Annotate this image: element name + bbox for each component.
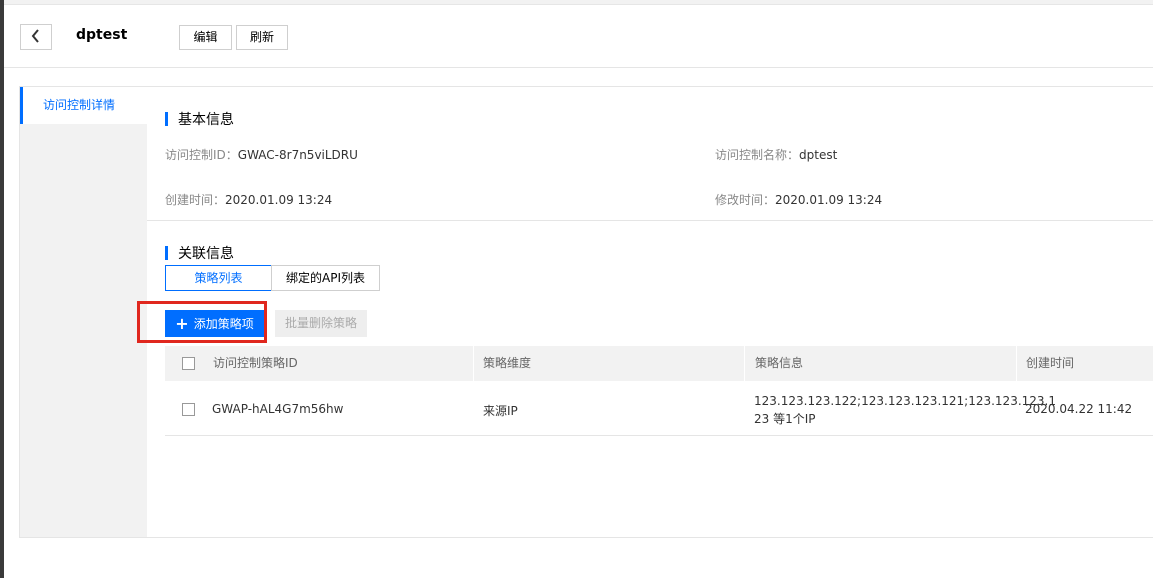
policy-info-line: 23 等1个IP — [754, 412, 816, 426]
basic-info-title: 基本信息 — [165, 109, 234, 129]
highlight-box — [137, 301, 267, 343]
column-header-created: 创建时间 — [1026, 356, 1075, 370]
section-divider — [147, 220, 1153, 221]
policy-id-cell: GWAP-hAL4G7m56hw — [212, 402, 344, 416]
policy-info-line: 123.123.123.122;123.123.123.121;123.123.… — [754, 394, 1056, 408]
page-header: dptest 编辑 刷新 — [4, 6, 1153, 68]
basic-info-title-text: 基本信息 — [178, 112, 234, 128]
name-label: 访问控制名称： — [715, 148, 800, 162]
column-separator — [1016, 346, 1017, 381]
id-value: GWAC-8r7n5viLDRU — [237, 148, 358, 162]
column-separator — [744, 346, 745, 381]
main-panel: 基本信息 访问控制ID：GWAC-8r7n5viLDRU 访问控制名称：dpte… — [137, 87, 1153, 537]
modified-value: 2020.01.09 13:24 — [775, 193, 883, 207]
column-separator — [473, 346, 474, 381]
related-info-title-text: 关联信息 — [178, 246, 234, 262]
batch-delete-button[interactable]: 批量删除策略 — [275, 310, 367, 337]
tab-policy-list[interactable]: 策略列表 — [165, 265, 272, 291]
policy-info-cell: 123.123.123.122;123.123.123.121;123.123.… — [754, 392, 1056, 428]
table-row: GWAP-hAL4G7m56hw 来源IP 123.123.123.122;12… — [165, 381, 1153, 436]
refresh-button[interactable]: 刷新 — [236, 25, 288, 50]
created-value: 2020.01.09 13:24 — [225, 193, 333, 207]
created-cell: 2020.04.22 11:42 — [1025, 402, 1133, 416]
content-area: 访问控制详情 基本信息 访问控制ID：GWAC-8r7n5viLDRU 访问控制… — [19, 86, 1153, 538]
section-marker — [165, 246, 168, 260]
section-marker — [165, 112, 168, 126]
id-label: 访问控制ID： — [165, 148, 238, 162]
access-control-id: 访问控制ID：GWAC-8r7n5viLDRU — [165, 146, 358, 163]
created-time: 创建时间：2020.01.09 13:24 — [165, 191, 332, 208]
related-info-title: 关联信息 — [165, 243, 234, 263]
column-header-dimension: 策略维度 — [483, 356, 532, 370]
sidebar-item-access-control-detail[interactable]: 访问控制详情 — [20, 87, 147, 124]
window-edge — [0, 0, 4, 578]
tab-bound-api-list[interactable]: 绑定的API列表 — [271, 265, 380, 291]
modified-time: 修改时间：2020.01.09 13:24 — [715, 191, 882, 208]
chevron-left-icon — [31, 28, 41, 46]
back-button[interactable] — [20, 24, 52, 50]
sidebar: 访问控制详情 — [19, 87, 147, 537]
name-value: dptest — [799, 148, 838, 162]
column-header-policy-id: 访问控制策略ID — [213, 356, 298, 370]
page-title: dptest — [76, 27, 128, 43]
edit-button[interactable]: 编辑 — [179, 25, 232, 50]
table-header: 访问控制策略ID 策略维度 策略信息 创建时间 — [165, 346, 1153, 381]
modified-label: 修改时间： — [715, 193, 776, 207]
top-strip — [4, 0, 1153, 5]
select-all-checkbox[interactable] — [182, 357, 195, 370]
row-checkbox[interactable] — [182, 403, 195, 416]
column-header-info: 策略信息 — [755, 356, 804, 370]
dimension-cell: 来源IP — [483, 404, 518, 418]
created-label: 创建时间： — [165, 193, 226, 207]
access-control-name: 访问控制名称：dptest — [715, 146, 837, 163]
